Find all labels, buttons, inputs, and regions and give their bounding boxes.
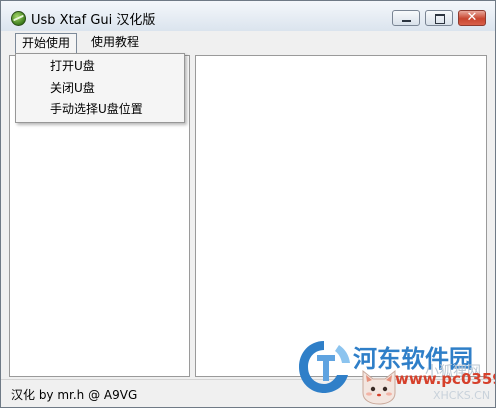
minimize-icon [402,20,411,22]
maximize-icon [435,14,445,24]
status-credit: 汉化 by mr.h @ A9VG [11,388,138,402]
menu-item-open-drive[interactable]: 打开U盘 [50,56,95,76]
menu-bar: 开始使用 使用教程 [1,31,495,53]
menu-tutorial[interactable]: 使用教程 [85,33,145,51]
close-button[interactable]: ✕ [458,10,486,26]
menu-item-select-drive-location[interactable]: 手动选择U盘位置 [50,99,143,119]
menu-start[interactable]: 开始使用 [15,33,78,53]
status-bar: 汉化 by mr.h @ A9VG [1,379,495,407]
app-logo-icon [11,11,26,26]
title-bar[interactable]: Usb Xtaf Gui 汉化版 ✕ [1,1,495,31]
close-icon: ✕ [466,10,478,25]
minimize-button[interactable] [392,10,420,26]
menu-item-close-drive[interactable]: 关闭U盘 [50,78,95,98]
start-menu-dropdown: 打开U盘 关闭U盘 手动选择U盘位置 [15,53,185,123]
window-title: Usb Xtaf Gui 汉化版 [31,13,156,28]
maximize-button[interactable] [425,10,453,26]
right-panel[interactable] [195,55,487,377]
app-window: Usb Xtaf Gui 汉化版 ✕ 开始使用 使用教程 打开U盘 关闭U盘 手… [0,0,496,408]
